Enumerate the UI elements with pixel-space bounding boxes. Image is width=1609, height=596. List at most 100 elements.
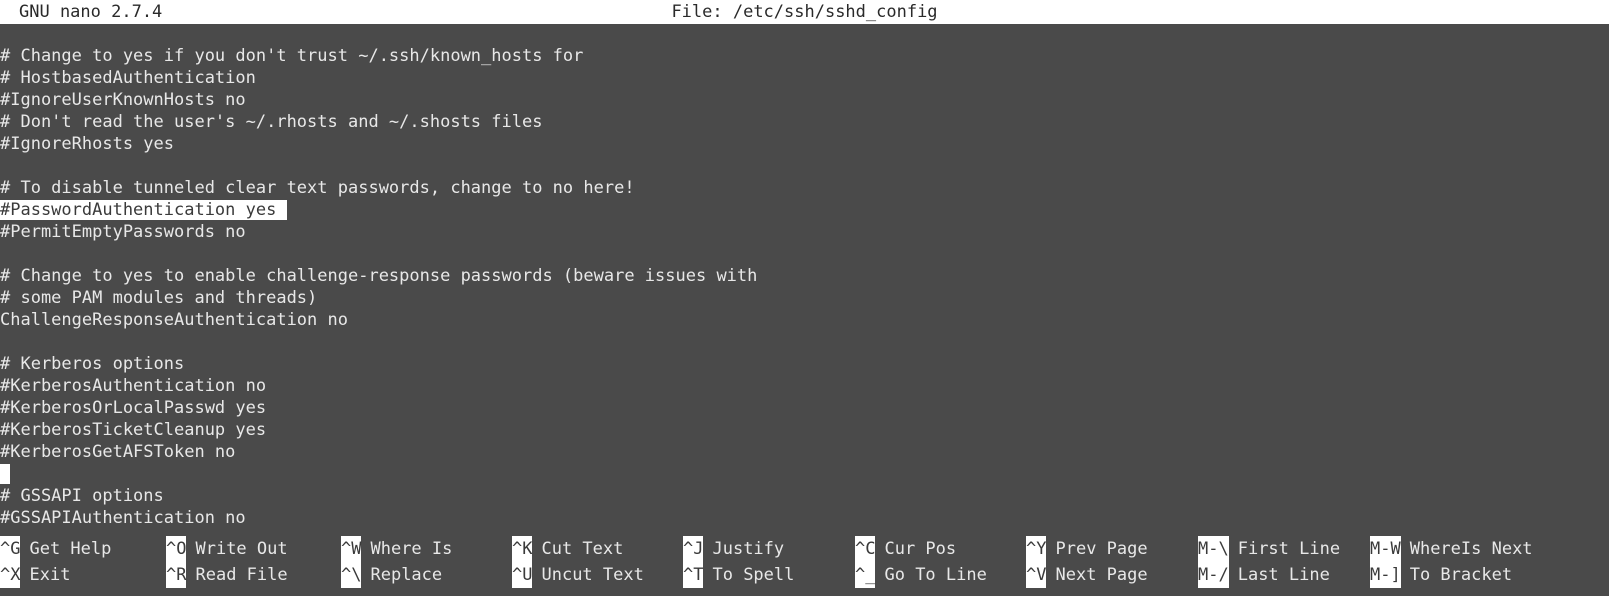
editor-line-text: #GSSAPIAuthentication no [0, 508, 246, 528]
shortcut-key: ^X [0, 562, 21, 588]
shortcut-prev-page[interactable]: ^Y Prev Page [1026, 536, 1148, 562]
shortcut-key: ^G [0, 536, 21, 562]
editor-line[interactable]: # Change to yes to enable challenge-resp… [0, 265, 1609, 287]
editor-text-area[interactable]: # Change to yes if you don't trust ~/.ss… [0, 24, 1609, 532]
shortcut-write-out[interactable]: ^O Write Out [166, 536, 288, 562]
editor-line-text: # HostbasedAuthentication [0, 68, 256, 88]
shortcut-label: Uncut Text [541, 565, 644, 585]
editor-line-text: # Don't read the user's ~/.rhosts and ~/… [0, 112, 543, 132]
shortcut-key: ^J [683, 536, 704, 562]
editor-line[interactable]: # Don't read the user's ~/.rhosts and ~/… [0, 111, 1609, 133]
shortcut-label: Get Help [29, 539, 112, 559]
shortcut-get-help[interactable]: ^G Get Help [0, 536, 111, 562]
editor-line[interactable]: # Change to yes if you don't trust ~/.ss… [0, 45, 1609, 67]
editor-line[interactable]: #IgnoreRhosts yes [0, 133, 1609, 155]
editor-line[interactable]: # HostbasedAuthentication [0, 67, 1609, 89]
shortcut-key: ^C [855, 536, 876, 562]
shortcut-key: ^K [512, 536, 533, 562]
shortcut-key: M-] [1370, 562, 1401, 588]
editor-line[interactable]: #PermitEmptyPasswords no [0, 221, 1609, 243]
editor-line-text: #KerberosTicketCleanup yes [0, 420, 267, 440]
shortcut-to-bracket[interactable]: M-] To Bracket [1370, 562, 1512, 588]
editor-line-text: # To disable tunneled clear text passwor… [0, 178, 635, 198]
shortcut-label: Cut Text [541, 539, 624, 559]
shortcut-label: Justify [712, 539, 785, 559]
editor-line-text: # GSSAPI options [0, 486, 164, 506]
shortcut-label: Read File [195, 565, 288, 585]
shortcut-key: ^W [341, 536, 362, 562]
editor-line[interactable]: #KerberosTicketCleanup yes [0, 419, 1609, 441]
shortcut-whereis-next[interactable]: M-W WhereIs Next [1370, 536, 1533, 562]
shortcut-label: Last Line [1237, 565, 1330, 585]
editor-line-text: # Change to yes to enable challenge-resp… [0, 266, 758, 286]
editor-line[interactable] [0, 155, 1609, 177]
editor-line-text: # some PAM modules and threads) [0, 288, 318, 308]
editor-line[interactable]: # GSSAPI options [0, 485, 1609, 507]
shortcut-where-is[interactable]: ^W Where Is [341, 536, 452, 562]
editor-line[interactable]: #KerberosAuthentication no [0, 375, 1609, 397]
shortcut-key: M-/ [1198, 562, 1229, 588]
editor-line[interactable]: #KerberosOrLocalPasswd yes [0, 397, 1609, 419]
shortcut-next-page[interactable]: ^V Next Page [1026, 562, 1148, 588]
editor-line[interactable] [0, 463, 1609, 485]
shortcut-label: Replace [370, 565, 443, 585]
shortcut-key: ^_ [855, 562, 876, 588]
shortcut-key: ^U [512, 562, 533, 588]
shortcut-label: WhereIs Next [1409, 539, 1533, 559]
nano-title-bar: GNU nano 2.7.4 File: /etc/ssh/sshd_confi… [0, 0, 1609, 24]
shortcut-uncut-text[interactable]: ^U Uncut Text [512, 562, 644, 588]
shortcut-first-line[interactable]: M-\ First Line [1198, 536, 1340, 562]
editor-line-text [0, 156, 10, 176]
text-cursor [276, 200, 287, 220]
shortcut-label: Go To Line [884, 565, 987, 585]
editor-line[interactable]: # Kerberos options [0, 353, 1609, 375]
shortcut-key: M-\ [1198, 536, 1229, 562]
shortcut-last-line[interactable]: M-/ Last Line [1198, 562, 1330, 588]
editor-line-text [0, 332, 10, 352]
shortcut-label: Prev Page [1055, 539, 1148, 559]
editor-line[interactable]: #GSSAPIAuthentication no [0, 507, 1609, 529]
shortcut-label: Write Out [195, 539, 288, 559]
shortcut-key: ^O [166, 536, 187, 562]
editor-line[interactable] [0, 331, 1609, 353]
editor-line-text: #PermitEmptyPasswords no [0, 222, 246, 242]
editor-line[interactable]: #KerberosGetAFSToken no [0, 441, 1609, 463]
shortcut-key: ^Y [1026, 536, 1047, 562]
shortcut-label: To Bracket [1409, 565, 1513, 585]
shortcut-key: ^T [683, 562, 704, 588]
shortcut-key: ^V [1026, 562, 1047, 588]
editor-line-text: #IgnoreRhosts yes [0, 134, 174, 154]
shortcut-cut-text[interactable]: ^K Cut Text [512, 536, 623, 562]
editor-line[interactable]: #IgnoreUserKnownHosts no [0, 89, 1609, 111]
shortcut-go-to-line[interactable]: ^_ Go To Line [855, 562, 987, 588]
editor-line-text: # Kerberos options [0, 354, 185, 374]
shortcut-to-spell[interactable]: ^T To Spell [683, 562, 794, 588]
editor-line[interactable]: # some PAM modules and threads) [0, 287, 1609, 309]
shortcut-exit[interactable]: ^X Exit [0, 562, 70, 588]
shortcut-row-secondary: ^X Exit ^R Read File ^\ Replace ^U Uncut Text ^T… [0, 562, 1609, 588]
shortcut-read-file[interactable]: ^R Read File [166, 562, 288, 588]
shortcut-row-primary: ^G Get Help ^O Write Out ^W Where Is ^K Cut Tex… [0, 536, 1609, 562]
editor-line[interactable]: ChallengeResponseAuthentication no [0, 309, 1609, 331]
shortcut-cur-pos[interactable]: ^C Cur Pos [855, 536, 956, 562]
shortcut-label: First Line [1237, 539, 1341, 559]
selected-text[interactable]: #PasswordAuthentication yes [0, 200, 277, 220]
nano-file-path-label: File: /etc/ssh/sshd_config [671, 2, 938, 22]
editor-line[interactable] [0, 243, 1609, 265]
editor-line[interactable]: # To disable tunneled clear text passwor… [0, 177, 1609, 199]
editor-line-text: # Change to yes if you don't trust ~/.ss… [0, 46, 584, 66]
editor-line-text: #KerberosGetAFSToken no [0, 442, 236, 462]
editor-line[interactable]: #PasswordAuthentication yes [0, 199, 1609, 221]
shortcut-label: To Spell [712, 565, 795, 585]
text-cursor [0, 464, 11, 484]
editor-line-text: #KerberosAuthentication no [0, 376, 267, 396]
editor-line-text: #IgnoreUserKnownHosts no [0, 90, 246, 110]
shortcut-key: M-W [1370, 536, 1401, 562]
shortcut-label: Exit [29, 565, 71, 585]
editor-line-text [0, 244, 10, 264]
shortcut-label: Next Page [1055, 565, 1148, 585]
nano-shortcut-bar: ^G Get Help ^O Write Out ^W Where Is ^K Cut Tex… [0, 532, 1609, 596]
editor-line-text: #KerberosOrLocalPasswd yes [0, 398, 267, 418]
shortcut-replace[interactable]: ^\ Replace [341, 562, 442, 588]
shortcut-justify[interactable]: ^J Justify [683, 536, 784, 562]
